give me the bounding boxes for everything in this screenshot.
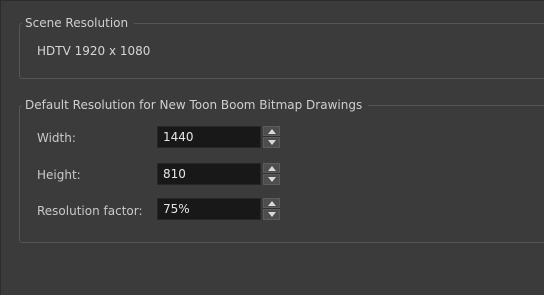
triangle-up-icon bbox=[267, 128, 276, 134]
triangle-down-icon bbox=[267, 212, 276, 217]
height-increment-button[interactable] bbox=[263, 163, 280, 173]
height-spinbox bbox=[157, 163, 281, 185]
default-resolution-group bbox=[19, 105, 544, 243]
resolution-factor-spin-buttons bbox=[263, 198, 280, 220]
resolution-factor-increment-button[interactable] bbox=[263, 198, 280, 208]
width-decrement-button[interactable] bbox=[263, 137, 280, 148]
triangle-up-icon bbox=[267, 165, 276, 171]
width-label: Width: bbox=[37, 131, 76, 145]
triangle-up-icon bbox=[267, 200, 276, 206]
scene-resolution-value: HDTV 1920 x 1080 bbox=[37, 44, 151, 58]
height-label: Height: bbox=[37, 168, 81, 182]
resolution-factor-input[interactable] bbox=[157, 198, 261, 220]
width-input[interactable] bbox=[157, 126, 261, 148]
resolution-factor-decrement-button[interactable] bbox=[263, 209, 280, 220]
triangle-down-icon bbox=[267, 177, 276, 182]
width-spin-buttons bbox=[263, 126, 280, 148]
height-input[interactable] bbox=[157, 163, 261, 185]
default-resolution-title: Default Resolution for New Toon Boom Bit… bbox=[22, 98, 369, 112]
resolution-factor-spinbox bbox=[157, 198, 281, 220]
width-increment-button[interactable] bbox=[263, 126, 280, 136]
height-spin-buttons bbox=[263, 163, 280, 185]
resolution-factor-label: Resolution factor: bbox=[37, 204, 143, 218]
scene-resolution-title: Scene Resolution bbox=[22, 16, 135, 30]
width-spinbox bbox=[157, 126, 281, 148]
triangle-down-icon bbox=[267, 140, 276, 145]
preferences-panel: Scene Resolution HDTV 1920 x 1080 Defaul… bbox=[0, 0, 544, 295]
height-decrement-button[interactable] bbox=[263, 174, 280, 185]
